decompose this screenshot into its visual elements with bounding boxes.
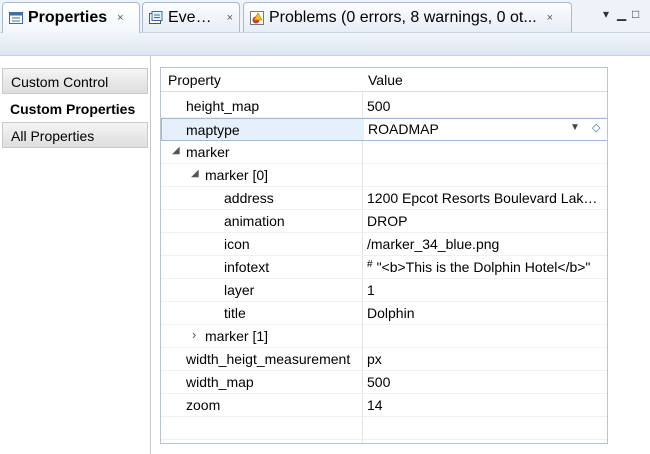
nav-custom-properties[interactable]: Custom Properties xyxy=(2,96,148,122)
property-value[interactable]: /marker_34_blue.png xyxy=(367,236,603,252)
minimize-icon[interactable]: ▁ xyxy=(617,7,626,21)
view-tab-bar: Properties × Events × Problems (0 errors… xyxy=(0,0,650,33)
property-value-cell[interactable]: # "<b>This is the Dolphin Hotel</b>" xyxy=(367,259,603,275)
table-row-selected[interactable]: maptype ROADMAP ▼ ◇ xyxy=(161,118,607,141)
events-icon xyxy=(149,10,163,25)
table-row[interactable]: icon /marker_34_blue.png xyxy=(161,233,607,256)
view-menu-icon[interactable]: ▾ xyxy=(603,7,609,21)
property-name: icon xyxy=(224,236,250,252)
table-row[interactable]: address 1200 Epcot Resorts Boulevard Lak… xyxy=(161,187,607,210)
property-value[interactable]: 14 xyxy=(367,397,603,413)
expand-arrow-icon[interactable]: ◢ xyxy=(172,145,180,156)
tab-properties[interactable]: Properties × xyxy=(2,2,140,33)
table-row-empty xyxy=(161,417,607,440)
tab-problems-label: Problems (0 errors, 8 warnings, 0 ot... xyxy=(269,8,537,26)
property-table: Property Value height_map 500 maptype RO… xyxy=(160,67,608,444)
property-name: infotext xyxy=(224,259,270,275)
collapse-arrow-icon[interactable]: › xyxy=(192,327,196,342)
properties-icon xyxy=(9,11,23,25)
property-name: marker xyxy=(186,144,230,160)
nav-all-properties[interactable]: All Properties xyxy=(2,122,148,148)
property-name: layer xyxy=(224,282,255,298)
header-value[interactable]: Value xyxy=(368,72,403,88)
property-name: marker [1] xyxy=(205,328,269,344)
property-name: marker [0] xyxy=(205,167,269,183)
maximize-icon[interactable]: □ xyxy=(632,7,639,21)
property-value: "<b>This is the Dolphin Hotel</b>" xyxy=(376,259,591,275)
close-icon[interactable]: × xyxy=(227,12,233,24)
expand-arrow-icon[interactable]: ◢ xyxy=(191,168,199,179)
compute-value-icon[interactable]: ◇ xyxy=(592,121,600,134)
property-name: address xyxy=(224,190,274,206)
property-value[interactable]: 1 xyxy=(367,282,603,298)
table-row[interactable]: ◢ marker xyxy=(161,141,607,164)
property-value[interactable]: 500 xyxy=(367,98,603,114)
property-value[interactable]: 500 xyxy=(367,374,603,390)
property-value[interactable]: px xyxy=(367,351,603,367)
property-name: width_heigt_measurement xyxy=(186,351,351,367)
view-toolbar-strip xyxy=(0,33,650,56)
property-name: title xyxy=(224,305,246,321)
combo-value: ROADMAP xyxy=(368,121,439,137)
problems-icon xyxy=(250,10,264,25)
table-row[interactable]: zoom 14 xyxy=(161,394,607,417)
header-property[interactable]: Property xyxy=(168,72,221,88)
close-icon[interactable]: × xyxy=(547,12,553,24)
property-value[interactable]: Dolphin xyxy=(367,305,603,321)
table-row[interactable]: infotext # "<b>This is the Dolphin Hotel<… xyxy=(161,256,607,279)
property-name: zoom xyxy=(186,397,221,413)
nav-custom-control[interactable]: Custom Control xyxy=(2,68,148,94)
table-row[interactable]: width_heigt_measurement px xyxy=(161,348,607,371)
computed-marker-icon: # xyxy=(367,259,373,270)
table-row[interactable]: title Dolphin xyxy=(161,302,607,325)
tab-events[interactable]: Events × xyxy=(142,2,240,32)
tab-properties-label: Properties xyxy=(28,9,108,26)
table-row[interactable]: width_map 500 xyxy=(161,371,607,394)
tab-events-label: Events xyxy=(168,8,217,26)
tab-problems[interactable]: Problems (0 errors, 8 warnings, 0 ot... … xyxy=(243,2,572,32)
property-name: width_map xyxy=(186,374,254,390)
properties-categories: Custom Control Custom Properties All Pro… xyxy=(0,56,151,454)
property-name: maptype xyxy=(186,122,240,138)
close-icon[interactable]: × xyxy=(117,12,123,24)
table-row[interactable]: › marker [1] xyxy=(161,325,607,348)
table-row[interactable]: animation DROP xyxy=(161,210,607,233)
table-row[interactable]: layer 1 xyxy=(161,279,607,302)
dropdown-arrow-icon[interactable]: ▼ xyxy=(570,122,580,133)
maptype-combo[interactable]: ROADMAP ▼ ◇ xyxy=(364,119,607,140)
property-value[interactable]: 1200 Epcot Resorts Boulevard Lake Buena … xyxy=(367,190,603,206)
property-value[interactable]: DROP xyxy=(367,213,603,229)
table-row[interactable]: height_map 500 xyxy=(161,95,607,118)
property-name: animation xyxy=(224,213,285,229)
table-row[interactable]: ◢ marker [0] xyxy=(161,164,607,187)
table-header: Property Value xyxy=(161,68,607,92)
property-name: height_map xyxy=(186,98,260,114)
